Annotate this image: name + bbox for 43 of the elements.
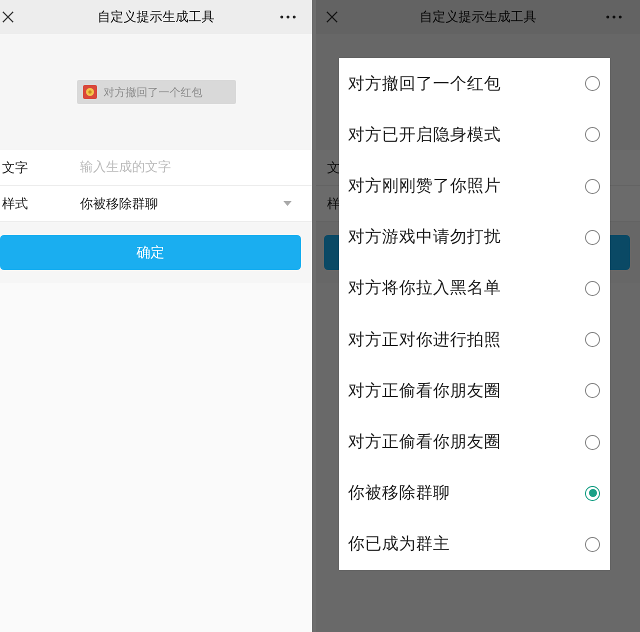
option-item[interactable]: 你被移除群聊 [339,468,610,519]
more-icon[interactable] [280,15,296,19]
option-item[interactable]: 你已成为群主 [339,518,610,570]
option-label: 对方将你拉入黑名单 [348,277,501,300]
option-item[interactable]: 对方游戏中请勿打扰 [339,212,610,263]
radio-button[interactable] [585,536,600,552]
option-label: 对方刚刚赞了你照片 [348,175,501,197]
close-icon[interactable] [2,11,14,23]
radio-button[interactable] [585,280,600,296]
page-title: 自定义提示生成工具 [98,9,214,26]
page-title: 自定义提示生成工具 [420,9,536,26]
field-label: 文字 [2,160,29,176]
field-label: 样式 [2,196,29,212]
radio-button[interactable] [585,178,600,194]
radio-button[interactable] [585,486,600,501]
option-item[interactable]: 对方刚刚赞了你照片 [339,160,610,212]
field-label: 样 [327,196,341,212]
radio-button[interactable] [585,127,600,142]
option-item[interactable]: 对方正对你进行拍照 [339,314,610,366]
option-item[interactable]: 对方撤回了一个红包 [339,58,610,110]
option-label: 对方撤回了一个红包 [348,72,501,95]
field-label: 文 [327,160,341,176]
option-item[interactable]: 对方正偷看你朋友圈 [339,365,610,416]
option-label: 对方正对你进行拍照 [348,328,501,351]
option-item[interactable]: 对方正偷看你朋友圈 [339,416,610,468]
option-label: 对方正偷看你朋友圈 [348,380,501,402]
option-label: 你被移除群聊 [348,482,450,504]
option-item[interactable]: 对方将你拉入黑名单 [339,262,610,314]
radio-button[interactable] [585,383,600,398]
radio-button[interactable] [585,230,600,245]
radio-button[interactable] [585,76,600,92]
text-input-field[interactable]: 输入生成的文字 [80,160,260,175]
option-label: 对方已开启隐身模式 [348,124,501,146]
option-label: 对方游戏中请勿打扰 [348,226,501,248]
style-select[interactable]: 你被移除群聊 [80,194,283,212]
radio-button[interactable] [585,434,600,450]
envelope-icon [82,84,98,100]
option-label: 你已成为群主 [348,533,450,556]
radio-button[interactable] [585,332,600,348]
option-item[interactable]: 对方已开启隐身模式 [339,109,610,160]
notice-text: 对方撤回了一个红包 [104,84,202,100]
caret-icon[interactable] [283,201,292,206]
option-label: 对方正偷看你朋友圈 [348,431,501,454]
